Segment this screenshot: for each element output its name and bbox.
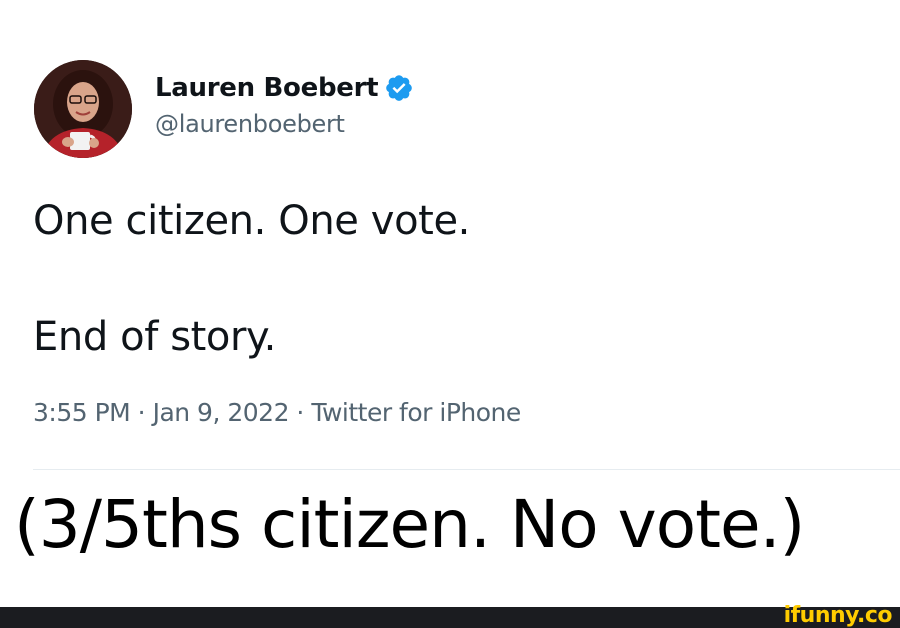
author-name[interactable]: Lauren Boebert	[155, 73, 379, 103]
tweet-text-line-1: One citizen. One vote.	[33, 198, 470, 244]
verified-badge-icon	[384, 73, 414, 103]
divider	[33, 469, 900, 470]
avatar[interactable]	[34, 60, 132, 158]
ifunny-watermark: ifunny.co	[783, 603, 893, 628]
avatar-image	[34, 60, 132, 158]
author-name-row: Lauren Boebert	[155, 70, 414, 106]
meme-caption: (3/5ths citizen. No vote.)	[14, 486, 805, 563]
tweet-metadata[interactable]: 3:55 PM · Jan 9, 2022 · Twitter for iPho…	[33, 398, 521, 427]
footer-bar: ifunny.co	[0, 603, 900, 628]
tweet-card: Lauren Boebert @laurenboebert One citize…	[0, 0, 900, 470]
author-handle[interactable]: @laurenboebert	[155, 110, 345, 138]
tweet-text-line-2: End of story.	[33, 314, 276, 360]
